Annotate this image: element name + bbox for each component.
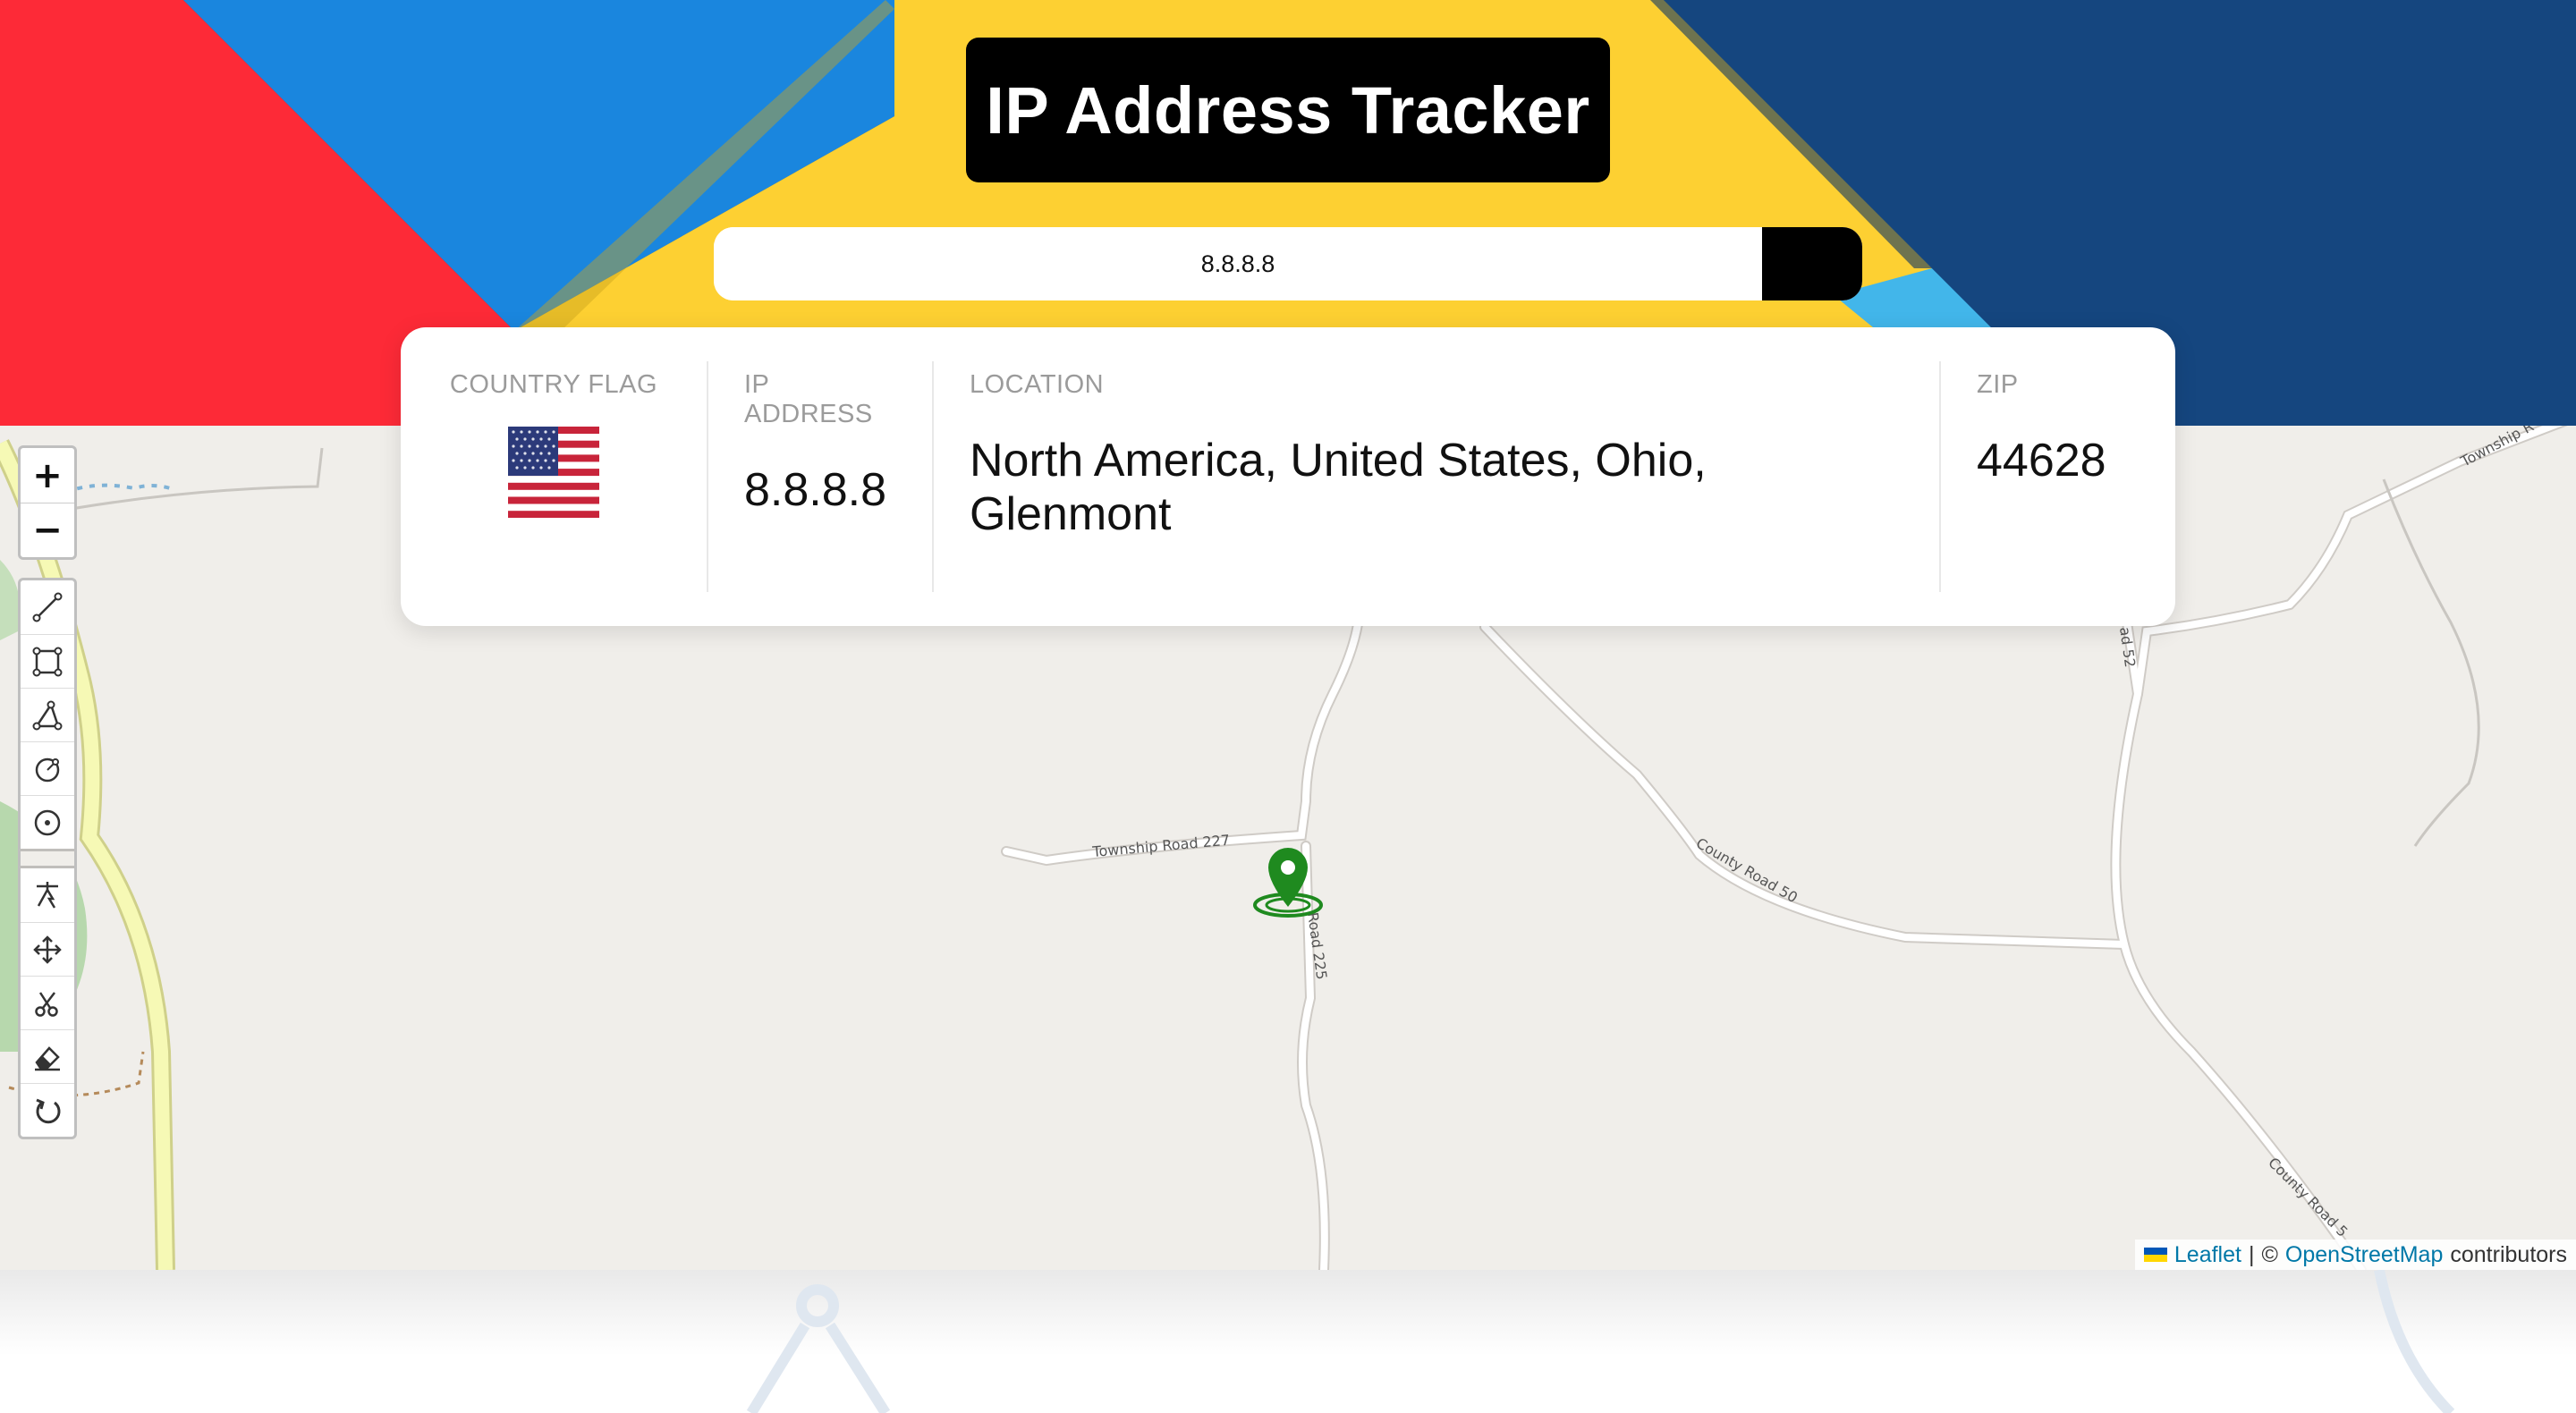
draw-polygon-button[interactable]: [21, 688, 74, 741]
rotate-icon: [36, 1098, 61, 1123]
ip-search-form: [714, 227, 1862, 300]
road-label: County Road 50: [1693, 834, 1801, 906]
erase-layer-button[interactable]: [21, 1029, 74, 1083]
ip-search-input[interactable]: [714, 227, 1762, 300]
country-flag-section: COUNTRY FLAG: [401, 361, 707, 592]
draw-circle-marker-button[interactable]: [21, 795, 74, 849]
cursor-drag-icon: [37, 882, 58, 909]
page-footer-background: [0, 1270, 2576, 1413]
circle-marker-icon: [34, 809, 61, 835]
zoom-in-button[interactable]: +: [21, 448, 74, 503]
ip-info-card: COUNTRY FLAG IP ADDRESS 8.8.8.8 LOCATION…: [401, 327, 2175, 626]
ukraine-flag-icon: [2143, 1248, 2167, 1262]
ip-address-label: IP ADDRESS: [744, 370, 873, 428]
openstreetmap-link[interactable]: OpenStreetMap: [2285, 1242, 2444, 1268]
road-label: Township R: [2457, 426, 2537, 470]
location-pin-icon[interactable]: [1252, 846, 1324, 919]
road-label: County Road 5: [2265, 1154, 2351, 1240]
circle-icon: [35, 757, 60, 782]
zoom-out-button[interactable]: −: [21, 503, 74, 557]
ip-address-section: IP ADDRESS 8.8.8.8: [707, 361, 932, 592]
attribution-separator: |: [2248, 1241, 2255, 1267]
map-attribution: Leaflet | © OpenStreetMap contributors: [2134, 1240, 2576, 1270]
draw-toolbar: [18, 578, 77, 1139]
drag-marker-button[interactable]: [21, 868, 74, 922]
search-submit-button[interactable]: [717, 227, 1862, 300]
scissors-icon: [35, 991, 58, 1017]
polyline-icon: [32, 592, 63, 622]
road-label: Township Road 227: [1091, 832, 1231, 860]
ip-address-value: 8.8.8.8: [744, 464, 887, 516]
copyright-symbol: ©: [2261, 1241, 2278, 1267]
zoom-control: + −: [18, 445, 77, 560]
attribution-suffix: contributors: [2450, 1241, 2567, 1267]
move-icon: [33, 935, 62, 964]
rotate-layer-button[interactable]: [21, 1083, 74, 1137]
location-label: LOCATION: [970, 370, 1105, 399]
leaflet-link[interactable]: Leaflet: [2174, 1242, 2241, 1268]
zip-label: ZIP: [1977, 370, 2019, 399]
move-layer-button[interactable]: [21, 922, 74, 976]
country-flag-label: COUNTRY FLAG: [449, 370, 658, 399]
location-value: North America, United States, Ohio, Glen…: [970, 435, 1707, 540]
draw-rectangle-button[interactable]: [21, 634, 74, 688]
zip-value: 44628: [1977, 435, 2106, 487]
app-title: IP Address Tracker: [966, 38, 1610, 182]
polygon-icon: [32, 700, 63, 730]
zip-section: ZIP 44628: [1939, 361, 2175, 592]
road-label: ad 52: [2116, 626, 2139, 669]
draw-circle-button[interactable]: [21, 741, 74, 795]
decorative-pin-watermark: [746, 1270, 2455, 1413]
toolbar-separator: [21, 849, 74, 868]
location-section: LOCATION North America, United States, O…: [932, 361, 1939, 592]
eraser-icon: [35, 1045, 60, 1070]
cut-layer-button[interactable]: [21, 976, 74, 1029]
chevron-right-icon: [717, 228, 733, 255]
draw-polyline-button[interactable]: [21, 580, 74, 634]
rectangle-icon: [32, 647, 63, 676]
us-flag-icon: [508, 427, 599, 518]
